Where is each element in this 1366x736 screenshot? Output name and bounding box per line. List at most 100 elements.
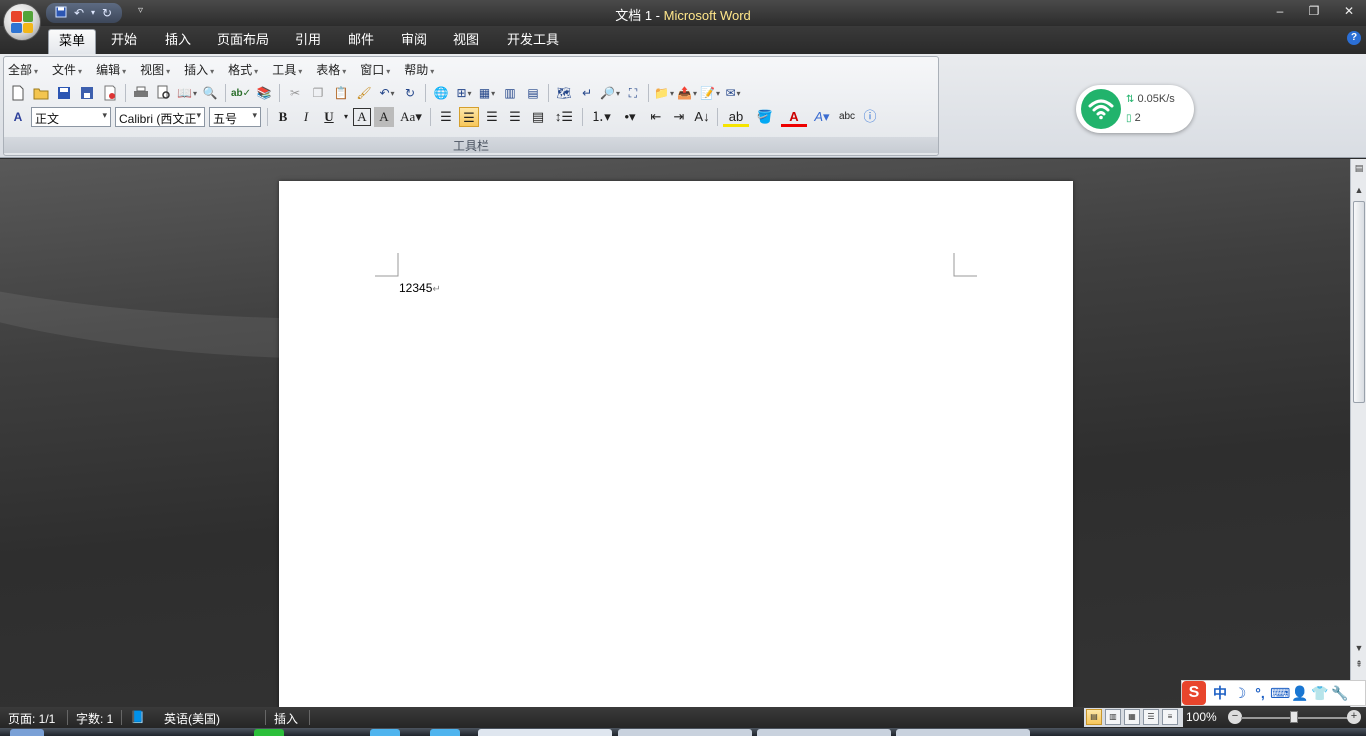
full-screen-icon[interactable]: ⛶	[623, 83, 643, 103]
cut-icon[interactable]: ✂	[285, 83, 305, 103]
draft-view-button[interactable]: ≡	[1162, 709, 1178, 725]
taskbar-app-button[interactable]	[254, 729, 284, 736]
underline-dropdown[interactable]: ▾	[342, 107, 350, 127]
align-left-icon[interactable]: ☰	[436, 107, 456, 127]
sort-icon[interactable]: A↓	[692, 107, 712, 127]
underline-button[interactable]: U	[319, 107, 339, 127]
outline-view-button[interactable]: ☰	[1143, 709, 1159, 725]
copy-icon[interactable]: ❐	[308, 83, 328, 103]
character-border-button[interactable]: A	[353, 108, 371, 126]
font-color-icon[interactable]: A	[781, 107, 807, 127]
document-page[interactable]: 12345↵	[279, 181, 1073, 707]
network-monitor[interactable]: ⇅ 0.05K/s ▯ 2	[1076, 85, 1194, 133]
undo-icon[interactable]: ↶	[377, 83, 397, 103]
distributed-icon[interactable]: ▤	[528, 107, 548, 127]
ime-language-toggle[interactable]: 中	[1210, 683, 1230, 703]
close-button[interactable]: ✕	[1340, 3, 1358, 19]
menu-help[interactable]: 帮助 ▾	[404, 61, 434, 79]
taskbar-window-button[interactable]	[478, 729, 612, 736]
align-right-icon[interactable]: ☰	[482, 107, 502, 127]
document-map-icon[interactable]: 🗺	[554, 83, 574, 103]
print-icon[interactable]	[131, 83, 151, 103]
start-button[interactable]	[10, 729, 44, 736]
tab-home[interactable]: 开始	[102, 29, 146, 54]
restore-button[interactable]: ❐	[1305, 3, 1323, 19]
taskbar-window-button[interactable]	[618, 729, 752, 736]
tools-icon[interactable]: 🔧	[1330, 683, 1350, 703]
format-painter-icon[interactable]: 🖌	[354, 83, 374, 103]
tab-view[interactable]: 视图	[444, 29, 488, 54]
help-icon[interactable]: ⓘ	[860, 107, 880, 127]
hyperlink-icon[interactable]: 🌐	[431, 83, 451, 103]
research-book-icon[interactable]: 📚	[254, 83, 274, 103]
document-paragraph[interactable]: 12345↵	[399, 281, 441, 295]
full-screen-reading-button[interactable]: ▥	[1105, 709, 1121, 725]
decrease-indent-icon[interactable]: ⇤	[646, 107, 666, 127]
zoom-level[interactable]: 100%	[1186, 710, 1217, 724]
highlight-color-icon[interactable]: ab	[723, 107, 749, 127]
print-preview-icon[interactable]	[154, 83, 174, 103]
ime-toolbar[interactable]: S 中 ☽ °, ⌨ 👤 👕 🔧	[1181, 680, 1366, 706]
font-size-select[interactable]: 五号	[209, 107, 261, 127]
user-icon[interactable]: 👤	[1290, 683, 1310, 703]
research-icon[interactable]: 🔍	[200, 83, 220, 103]
save-icon[interactable]	[54, 83, 74, 103]
text-effects-icon[interactable]: A▾	[810, 107, 834, 127]
phonetic-guide-icon[interactable]: abc	[837, 107, 857, 127]
tab-menu[interactable]: 菜单	[48, 29, 96, 54]
paste-icon[interactable]: 📋	[331, 83, 351, 103]
justify-icon[interactable]: ☰	[505, 107, 525, 127]
italic-button[interactable]: I	[296, 107, 316, 127]
menu-format[interactable]: 格式 ▾	[228, 61, 258, 79]
word-count[interactable]: 字数: 1	[76, 710, 113, 727]
tab-page-layout[interactable]: 页面布局	[210, 29, 276, 54]
menu-tools[interactable]: 工具 ▾	[272, 61, 302, 79]
taskbar-app-button[interactable]	[370, 729, 400, 736]
read-mode-icon[interactable]: 📖	[177, 83, 197, 103]
new-document-icon[interactable]	[8, 83, 28, 103]
styles-icon[interactable]: A	[8, 107, 28, 127]
menu-insert[interactable]: 插入 ▾	[184, 61, 214, 79]
taskbar-window-button[interactable]	[757, 729, 891, 736]
align-center-icon[interactable]: ☰	[459, 107, 479, 127]
proofing-icon[interactable]: 📘	[130, 710, 145, 724]
style-select[interactable]: 正文	[31, 107, 111, 127]
envelope-icon[interactable]: ✉	[723, 83, 743, 103]
tab-references[interactable]: 引用	[286, 29, 330, 54]
insert-table-icon[interactable]: ▦	[477, 83, 497, 103]
bullets-icon[interactable]: •▾	[617, 107, 643, 127]
scroll-up-button[interactable]: ▲	[1352, 183, 1366, 197]
open-folder-icon[interactable]	[31, 83, 51, 103]
sogou-logo-icon[interactable]: S	[1182, 681, 1206, 705]
zoom-out-button[interactable]: −	[1228, 710, 1242, 724]
font-select[interactable]: Calibri (西文正	[115, 107, 205, 127]
half-width-icon[interactable]: ☽	[1230, 683, 1250, 703]
help-icon[interactable]: ?	[1347, 31, 1361, 45]
folder-icon[interactable]: 📁	[654, 83, 674, 103]
vertical-scrollbar[interactable]: ▤ ▲ ▼ ⇞	[1350, 159, 1366, 707]
save-as-icon[interactable]	[77, 83, 97, 103]
zoom-in-button[interactable]: +	[1347, 710, 1361, 724]
edit-document-icon[interactable]: 📝	[700, 83, 720, 103]
zoom-slider-knob[interactable]	[1290, 711, 1298, 723]
scroll-thumb[interactable]	[1353, 201, 1365, 403]
borders-icon[interactable]: ⊞	[454, 83, 474, 103]
drawing-icon[interactable]: ▤	[523, 83, 543, 103]
spelling-check-icon[interactable]: ab✓	[231, 83, 251, 103]
menu-view[interactable]: 视图 ▾	[140, 61, 170, 79]
numbering-icon[interactable]: ⒈▾	[588, 107, 614, 127]
shading-color-icon[interactable]: 🪣	[752, 107, 778, 127]
previous-page-button[interactable]: ⇞	[1352, 657, 1366, 671]
menu-table[interactable]: 表格 ▾	[316, 61, 346, 79]
permission-icon[interactable]	[100, 83, 120, 103]
tab-review[interactable]: 审阅	[392, 29, 436, 54]
keyboard-icon[interactable]: ⌨	[1270, 683, 1290, 703]
office-button[interactable]	[3, 3, 41, 41]
taskbar-app-button[interactable]	[430, 729, 460, 736]
menu-all[interactable]: 全部 ▾	[8, 61, 38, 79]
scroll-down-button[interactable]: ▼	[1352, 641, 1366, 655]
punctuation-icon[interactable]: °,	[1250, 683, 1270, 703]
tab-mailings[interactable]: 邮件	[339, 29, 383, 54]
line-spacing-icon[interactable]: ↕☰	[551, 107, 577, 127]
minimize-button[interactable]: –	[1271, 3, 1289, 19]
